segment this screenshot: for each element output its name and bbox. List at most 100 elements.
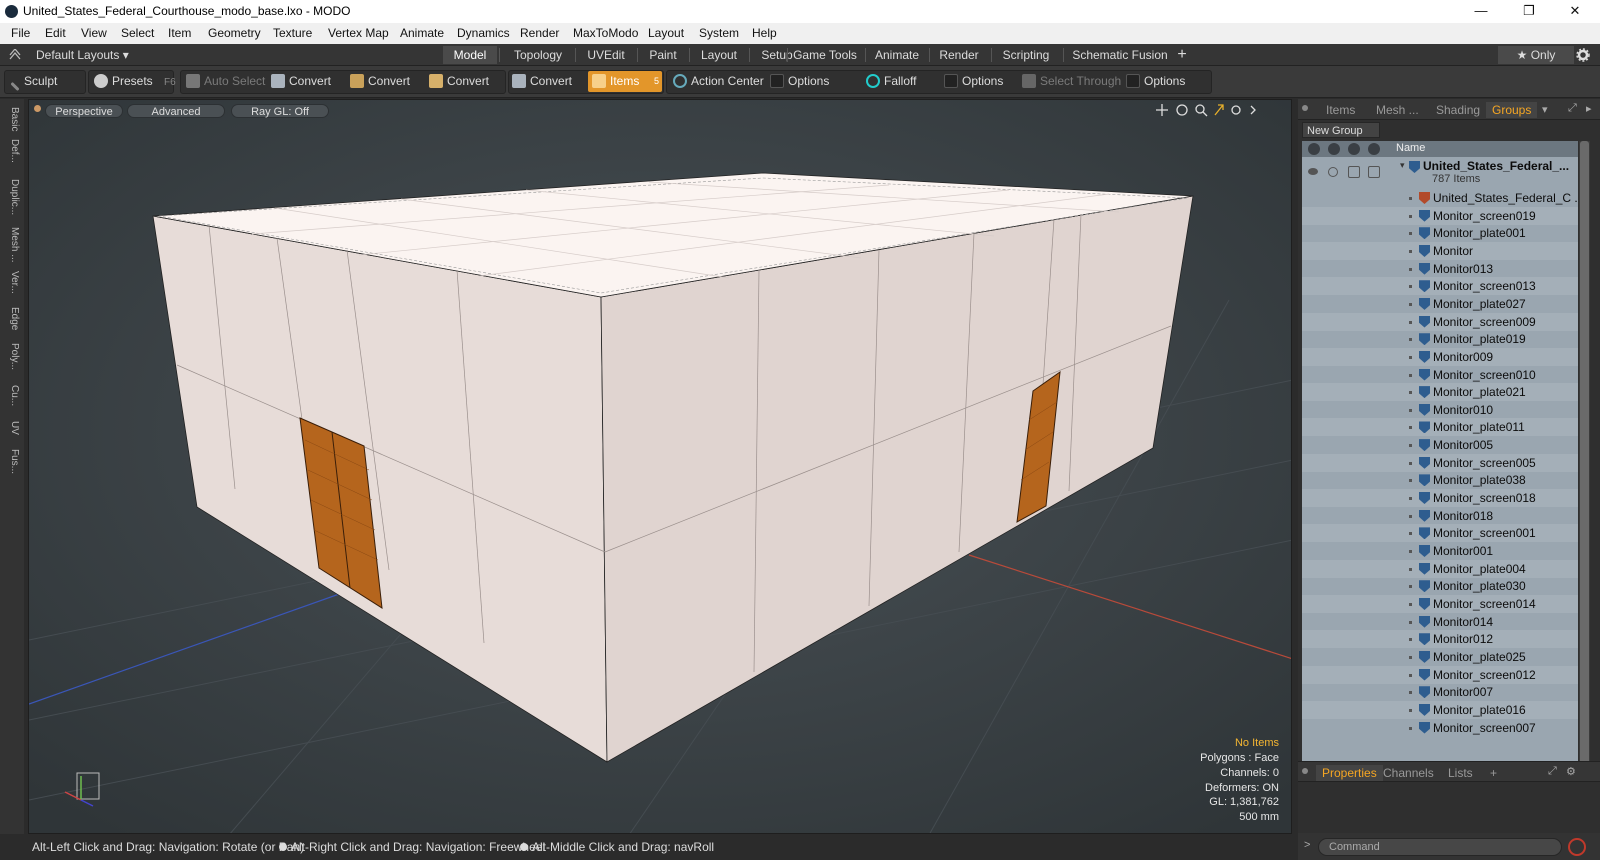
tab-shading[interactable]: Shading — [1436, 102, 1480, 118]
scene-canvas[interactable] — [29, 100, 1292, 834]
tree-row[interactable]: Monitor_screen019 — [1302, 206, 1578, 225]
select-col-icon[interactable] — [1368, 143, 1380, 155]
tree-row[interactable]: Monitor_screen014 — [1302, 594, 1578, 613]
perspective-dropdown[interactable]: Perspective — [45, 104, 123, 118]
lock-col-icon[interactable] — [1348, 143, 1360, 155]
expand-panel-icon[interactable]: ⤢ — [1548, 765, 1557, 778]
panel-menu-icon[interactable] — [1302, 768, 1308, 774]
menu-edit[interactable]: Edit — [45, 26, 66, 40]
panel-arrow-icon[interactable]: ▸ — [1586, 102, 1592, 115]
tree-row[interactable]: Monitor_plate004 — [1302, 559, 1578, 578]
tab-game-tools[interactable]: Game Tools — [789, 46, 861, 64]
tab-uvedit[interactable]: UVEdit — [577, 46, 635, 64]
select-through-button[interactable]: Select Through — [1022, 71, 1121, 92]
tree-row[interactable]: Monitor_plate025 — [1302, 648, 1578, 666]
select-through-options[interactable]: Options — [1126, 71, 1185, 92]
tree-row[interactable]: Monitor_screen005 — [1302, 453, 1578, 472]
menu-render[interactable]: Render — [520, 26, 559, 40]
groups-tree[interactable]: Name ▾ United_States_Federal_... 787 Ite… — [1302, 141, 1578, 767]
tree-row[interactable]: Monitor_screen018 — [1302, 489, 1578, 508]
presets-button[interactable]: Presets F6 — [94, 71, 176, 92]
new-group-button[interactable]: New Group — [1302, 122, 1380, 138]
name-column-header[interactable]: Name — [1396, 142, 1425, 154]
tree-row[interactable]: Monitor — [1302, 241, 1578, 260]
tree-row[interactable]: Monitor014 — [1302, 613, 1578, 631]
tree-row[interactable]: Monitor007 — [1302, 683, 1578, 701]
tree-row[interactable]: Monitor_screen013 — [1302, 277, 1578, 296]
menu-system[interactable]: System — [699, 26, 739, 40]
raygl-toggle[interactable]: Ray GL: Off — [231, 104, 329, 118]
menu-vertex-map[interactable]: Vertex Map — [328, 26, 389, 40]
tree-row[interactable]: Monitor_screen007 — [1302, 719, 1578, 737]
panel-menu-icon[interactable] — [1302, 105, 1308, 111]
tree-row[interactable]: Monitor_plate019 — [1302, 330, 1578, 348]
tab-topology[interactable]: Topology — [503, 46, 573, 64]
tree-row[interactable]: Monitor_plate030 — [1302, 577, 1578, 595]
vtab-vertex[interactable]: Ver... — [4, 271, 20, 301]
tab-mesh[interactable]: Mesh ... — [1376, 102, 1419, 118]
gear-icon[interactable] — [1576, 48, 1590, 62]
convert-polygons-button[interactable]: Convert — [429, 71, 489, 92]
expand-arrow-icon[interactable]: ▾ — [1400, 160, 1405, 171]
record-macro-icon[interactable] — [1568, 838, 1586, 856]
minimize-button[interactable]: — — [1458, 0, 1504, 23]
tree-row[interactable]: Monitor_plate021 — [1302, 383, 1578, 402]
tab-groups[interactable]: Groups — [1486, 102, 1538, 118]
menu-dynamics[interactable]: Dynamics — [457, 26, 510, 40]
expand-panel-icon[interactable]: ⤢ — [1568, 102, 1577, 115]
tree-row[interactable]: Monitor_screen012 — [1302, 665, 1578, 684]
tab-properties[interactable]: Properties — [1316, 765, 1383, 781]
menu-texture[interactable]: Texture — [273, 26, 312, 40]
tab-paint[interactable]: Paint — [639, 46, 687, 64]
vtab-duplicate[interactable]: Duplic... — [4, 179, 20, 221]
menu-select[interactable]: Select — [121, 26, 154, 40]
tab-items[interactable]: Items — [1326, 102, 1355, 118]
convert-items-button[interactable]: Convert — [512, 71, 572, 92]
close-button[interactable]: ✕ — [1552, 0, 1598, 23]
vtab-uv[interactable]: UV — [4, 421, 20, 443]
tree-row[interactable]: Monitor_plate016 — [1302, 700, 1578, 719]
tab-scripting[interactable]: Scripting — [993, 46, 1059, 64]
tree-row[interactable]: Monitor_screen001 — [1302, 524, 1578, 543]
vtab-deform[interactable]: Def... — [4, 139, 20, 173]
root-group-row[interactable]: ▾ United_States_Federal_... 787 Items — [1302, 159, 1578, 189]
maximize-button[interactable]: ❐ — [1506, 0, 1552, 23]
items-mode-button[interactable]: Items 5 — [588, 71, 662, 92]
tree-row[interactable]: Monitor013 — [1302, 260, 1578, 278]
default-layouts-dropdown[interactable]: Default Layouts ▾ — [36, 46, 132, 64]
tab-layout[interactable]: Layout — [691, 46, 747, 64]
shading-dropdown[interactable]: Advanced — [127, 104, 225, 118]
menu-help[interactable]: Help — [752, 26, 777, 40]
auto-select-button[interactable]: Auto Select — [186, 71, 265, 92]
tree-scrollbar[interactable] — [1579, 141, 1590, 767]
panel-gear-icon[interactable]: ⚙ — [1566, 765, 1576, 778]
add-panel-tab[interactable]: + — [1490, 765, 1497, 781]
vtab-edge[interactable]: Edge — [4, 307, 20, 337]
sculpt-button[interactable]: Sculpt — [10, 71, 57, 92]
command-input[interactable]: Command — [1318, 838, 1562, 856]
3d-viewport[interactable]: Perspective Advanced Ray GL: Off No Item… — [28, 99, 1292, 834]
tree-row[interactable]: Monitor_screen009 — [1302, 312, 1578, 331]
menu-geometry[interactable]: Geometry — [208, 26, 261, 40]
tree-row[interactable]: Monitor_plate011 — [1302, 418, 1578, 437]
visibility-col-icon[interactable] — [1308, 143, 1320, 155]
add-tab-button[interactable]: + — [1175, 46, 1189, 64]
viewport-menu-icon[interactable] — [34, 105, 41, 112]
tab-lists[interactable]: Lists — [1448, 765, 1473, 781]
render-col-icon[interactable] — [1328, 143, 1340, 155]
tab-schematic-fusion[interactable]: Schematic Fusion — [1065, 46, 1175, 64]
lock-toggle[interactable] — [1348, 166, 1360, 178]
tree-row[interactable]: Monitor012 — [1302, 630, 1578, 649]
falloff-options[interactable]: Options — [944, 71, 1003, 92]
menu-item[interactable]: Item — [168, 26, 191, 40]
convert-vertices-button[interactable]: Convert — [271, 71, 331, 92]
collapse-icon[interactable] — [9, 49, 21, 61]
convert-edges-button[interactable]: Convert — [350, 71, 410, 92]
tree-row[interactable]: Monitor_plate038 — [1302, 471, 1578, 489]
visibility-eye-icon[interactable] — [1308, 168, 1318, 175]
tree-row[interactable]: Monitor009 — [1302, 347, 1578, 366]
tree-row[interactable]: Monitor010 — [1302, 401, 1578, 419]
tab-channels[interactable]: Channels — [1383, 765, 1434, 781]
tree-row[interactable]: Monitor001 — [1302, 542, 1578, 560]
select-toggle[interactable] — [1368, 166, 1380, 178]
